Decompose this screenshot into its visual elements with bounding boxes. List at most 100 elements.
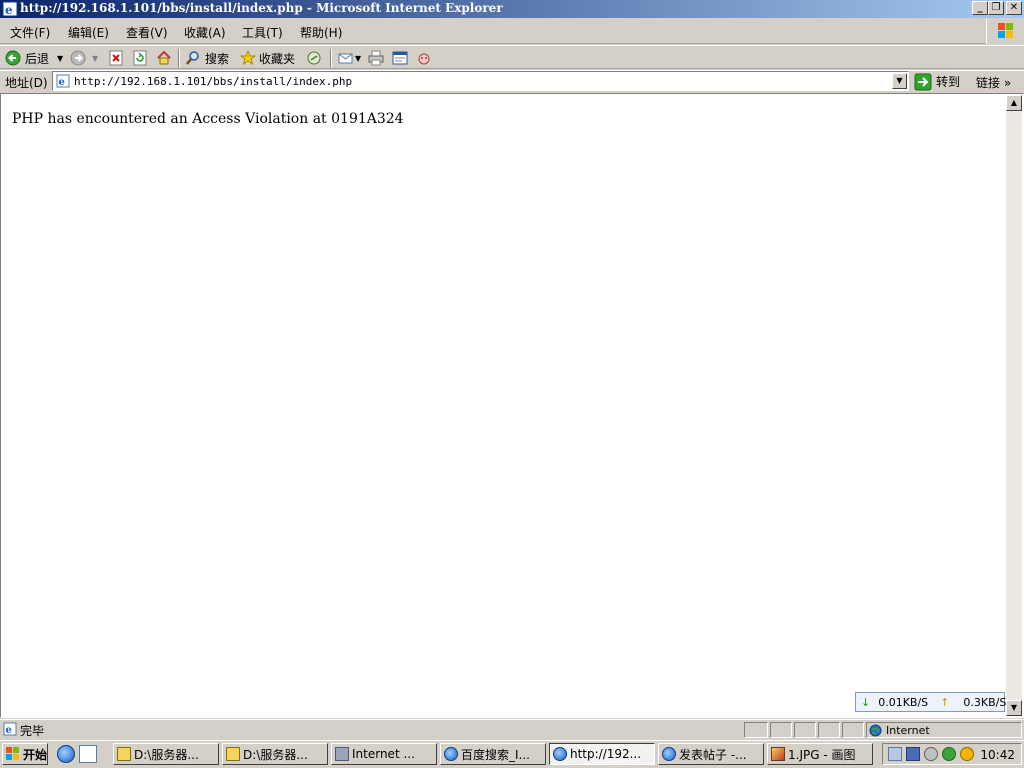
address-bar: 地址(D) e ▼ 转到 链接 » — [0, 70, 1024, 92]
page-icon: e — [56, 74, 70, 88]
scroll-up-button[interactable]: ▲ — [1006, 95, 1022, 111]
taskbar-item-active[interactable]: http://192... — [549, 743, 655, 765]
upload-speed: 0.3KB/S — [963, 695, 1007, 709]
scroll-down-button[interactable]: ▼ — [1006, 700, 1022, 716]
forward-arrow-icon — [70, 50, 86, 66]
search-icon — [186, 51, 199, 65]
url-input[interactable] — [74, 73, 874, 89]
menu-help[interactable]: 帮助(H) — [300, 24, 342, 41]
print-icon — [368, 50, 384, 66]
taskbar-item[interactable]: 1.JPG - 画图 — [767, 743, 873, 765]
stop-button[interactable] — [108, 49, 124, 67]
zone-label: Internet — [886, 723, 930, 737]
svg-text:e: e — [59, 77, 65, 88]
back-dropdown-icon[interactable]: ▼ — [57, 54, 63, 63]
refresh-button[interactable] — [132, 49, 148, 67]
security-icon[interactable] — [942, 747, 956, 761]
back-arrow-icon — [5, 50, 21, 66]
globe-icon — [869, 724, 882, 736]
quicklaunch-ie-icon[interactable] — [57, 745, 75, 763]
system-tray: 10:42 — [882, 743, 1022, 765]
menu-edit[interactable]: 编辑(E) — [68, 24, 109, 41]
messenger-button[interactable] — [416, 49, 432, 67]
download-arrow-icon: ↓ — [861, 695, 871, 709]
title-bar[interactable]: e http://192.168.1.101/bbs/install/index… — [0, 0, 1024, 18]
status-pane — [770, 722, 792, 738]
go-label: 转到 — [936, 75, 961, 89]
back-button[interactable]: 后退 ▼ — [5, 49, 63, 67]
minimize-button[interactable]: _ — [972, 1, 988, 15]
iis-icon — [335, 747, 349, 761]
address-combobox[interactable]: e ▼ — [52, 71, 909, 91]
clock[interactable]: 10:42 — [980, 748, 1015, 762]
status-pane — [794, 722, 816, 738]
download-speed: 0.01KB/S — [878, 695, 929, 709]
start-button[interactable]: 开始 — [2, 743, 48, 765]
menu-bar: 文件(F) 编辑(E) 查看(V) 收藏(A) 工具(T) 帮助(H) — [0, 19, 1024, 44]
ie-icon: e — [2, 1, 18, 17]
page-done-icon: e — [3, 722, 17, 736]
ie-icon — [662, 747, 676, 761]
forward-button[interactable]: ▼ — [70, 49, 98, 67]
taskbar-item[interactable]: D:\服务器... — [113, 743, 219, 765]
go-button[interactable]: 转到 — [914, 72, 960, 91]
favorites-button[interactable]: 收藏夹 — [240, 49, 295, 67]
folder-icon — [226, 747, 240, 761]
taskbar-item[interactable]: D:\服务器... — [222, 743, 328, 765]
security-zone[interactable]: Internet — [866, 722, 1022, 738]
menu-view[interactable]: 查看(V) — [126, 24, 168, 41]
taskbar-item[interactable]: 发表帖子 -... — [658, 743, 764, 765]
quicklaunch-outlook-icon[interactable] — [79, 745, 97, 763]
home-button[interactable] — [156, 49, 172, 67]
back-label: 后退 — [25, 51, 50, 66]
search-button[interactable]: 搜索 — [185, 49, 229, 67]
svg-text:e: e — [6, 725, 12, 736]
links-button[interactable]: 链接 » — [976, 74, 1011, 91]
star-icon — [240, 50, 256, 66]
edit-page-icon — [392, 51, 408, 65]
start-label: 开始 — [23, 747, 48, 762]
edit-button[interactable] — [392, 49, 408, 67]
standard-toolbar: 后退 ▼ ▼ 搜索 收藏夹 ▼ — [0, 45, 1024, 69]
print-button[interactable] — [368, 49, 384, 67]
search-label: 搜索 — [205, 51, 230, 66]
menu-file[interactable]: 文件(F) — [10, 24, 50, 41]
forward-dropdown-icon[interactable]: ▼ — [92, 54, 98, 63]
refresh-icon — [133, 50, 147, 66]
messenger-tray-icon[interactable] — [960, 747, 974, 761]
svg-text:e: e — [5, 3, 13, 17]
restore-button[interactable]: ❐ — [988, 1, 1004, 15]
taskbar-item-label: http://192... — [570, 747, 642, 761]
taskbar-item-label: Internet ... — [352, 747, 415, 761]
vertical-scrollbar[interactable]: ▲ ▼ — [1006, 95, 1022, 716]
address-dropdown-button[interactable]: ▼ — [892, 73, 907, 89]
taskbar-item-label: 发表帖子 -... — [679, 747, 747, 762]
taskbar-item[interactable]: Internet ... — [331, 743, 437, 765]
network-icon[interactable] — [906, 747, 920, 761]
media-icon — [307, 51, 321, 65]
taskbar-item[interactable]: 百度搜索_I... — [440, 743, 546, 765]
windows-flag-icon — [6, 747, 19, 760]
tray-icon[interactable] — [888, 747, 902, 761]
taskbar: 开始 D:\服务器... D:\服务器... Internet ... 百度搜索… — [0, 740, 1024, 768]
mail-button[interactable]: ▼ — [338, 49, 361, 67]
messenger-icon — [418, 53, 430, 65]
paint-icon — [771, 747, 785, 761]
page-content: PHP has encountered an Access Violation … — [0, 93, 1024, 718]
network-speed-meter: ↓ 0.01KB/S ↑ 0.3KB/S — [855, 692, 1007, 712]
volume-icon[interactable] — [924, 747, 938, 761]
close-button[interactable]: ✕ — [1006, 1, 1022, 15]
address-label: 地址(D) — [5, 76, 48, 90]
toolbar-separator — [330, 49, 332, 67]
status-pane — [842, 722, 864, 738]
menu-favorites[interactable]: 收藏(A) — [184, 24, 226, 41]
windows-logo-icon — [986, 19, 1024, 44]
menu-tools[interactable]: 工具(T) — [242, 24, 283, 41]
mail-dropdown-icon[interactable]: ▼ — [355, 54, 361, 63]
status-bar: e 完毕 Internet — [0, 719, 1024, 739]
toolbar-separator — [178, 49, 180, 67]
media-button[interactable] — [306, 49, 322, 67]
ie-icon — [444, 747, 458, 761]
upload-arrow-icon: ↑ — [940, 695, 950, 709]
home-icon — [157, 50, 171, 65]
